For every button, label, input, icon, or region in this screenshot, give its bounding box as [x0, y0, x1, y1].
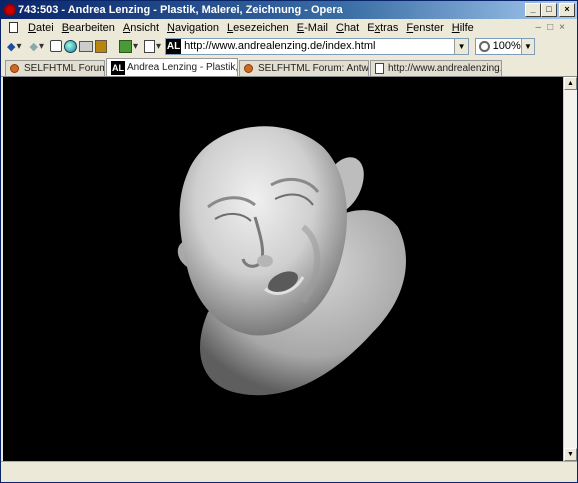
menu-hilfe[interactable]: Hilfe [448, 22, 478, 34]
tab-selfhtml-forum[interactable]: SELFHTML Forum [5, 60, 105, 76]
tab-label: Andrea Lenzing - Plastik, ... [127, 62, 238, 73]
close-button[interactable]: × [559, 3, 575, 17]
forward-button[interactable]: ◆ ▾ [30, 38, 45, 54]
menu-navigation[interactable]: Navigation [163, 22, 223, 34]
tab-label: SELFHTML Forum: Antwor... [258, 63, 369, 74]
back-button[interactable]: ◆ ▾ [7, 38, 22, 54]
page-content [3, 77, 563, 461]
menu-email[interactable]: E-Mail [293, 22, 332, 34]
address-dropdown[interactable]: ▼ [454, 38, 469, 54]
toolbar: ◆ ▾ ◆ ▾ ▾ ▾ AL http://www.andrealenzing.de… [1, 36, 577, 56]
wand-icon [119, 39, 132, 53]
browser-window: 743:503 - Andrea Lenzing - Plastik, Male… [0, 0, 578, 483]
site-logo-icon: AL [166, 38, 182, 54]
zoom-value: 100% [492, 40, 521, 52]
page-menu-button[interactable]: ▾ [144, 38, 161, 54]
menu-bar: Datei Bearbeiten Ansicht Navigation Lese… [1, 19, 577, 36]
address-input[interactable]: http://www.andrealenzing.de/index.html [184, 40, 454, 52]
bookmarks-button[interactable] [95, 38, 107, 54]
menu-extras[interactable]: Extras [363, 22, 402, 34]
zoom-control[interactable]: 100% ▼ [475, 37, 536, 55]
window-title: 743:503 - Andrea Lenzing - Plastik, Male… [18, 4, 343, 16]
menu-bearbeiten[interactable]: Bearbeiten [58, 22, 119, 34]
maximize-button[interactable]: □ [541, 3, 557, 17]
scroll-up-button[interactable]: ▲ [564, 77, 577, 90]
al-logo-icon: AL [111, 60, 125, 75]
zoom-icon [479, 40, 490, 52]
sculpture-head-image [177, 126, 406, 396]
scroll-down-button[interactable]: ▼ [564, 448, 577, 461]
title-bar[interactable]: 743:503 - Andrea Lenzing - Plastik, Male… [1, 1, 577, 19]
mdi-window-controls[interactable]: –□× [536, 22, 571, 33]
new-page-icon [50, 40, 62, 52]
new-page-button[interactable] [50, 38, 62, 54]
menu-ansicht[interactable]: Ansicht [119, 22, 163, 34]
wand-button[interactable]: ▾ [119, 38, 138, 54]
tab-andrealenzing-url[interactable]: http://www.andrealenzing.... [370, 60, 502, 76]
reload-button[interactable] [64, 38, 77, 54]
vertical-scrollbar[interactable]: ▲ ▼ [563, 77, 577, 461]
menu-datei[interactable]: Datei [24, 22, 58, 34]
print-button[interactable] [79, 38, 93, 54]
selfhtml-icon [244, 64, 253, 73]
zoom-dropdown[interactable]: ▼ [520, 38, 535, 54]
tab-label: SELFHTML Forum [24, 63, 105, 74]
book-icon [95, 39, 107, 53]
menu-lesezeichen[interactable]: Lesezeichen [223, 22, 293, 34]
minimize-button[interactable]: _ [525, 3, 541, 17]
tab-label: http://www.andrealenzing.... [388, 63, 502, 74]
tab-bar: SELFHTML Forum AL Andrea Lenzing - Plast… [1, 58, 577, 77]
selfhtml-icon [10, 64, 19, 73]
globe-icon [64, 39, 77, 53]
address-bar[interactable]: AL http://www.andrealenzing.de/index.htm… [165, 37, 470, 55]
status-bar [1, 461, 577, 482]
page-icon [144, 39, 156, 53]
tab-selfhtml-antwort[interactable]: SELFHTML Forum: Antwor... [239, 60, 369, 76]
opera-icon[interactable] [4, 4, 16, 16]
document-icon[interactable] [9, 22, 18, 33]
tab-andrea-lenzing[interactable]: AL Andrea Lenzing - Plastik, ... [106, 58, 238, 76]
page-icon [375, 63, 384, 74]
menu-chat[interactable]: Chat [332, 22, 363, 34]
menu-fenster[interactable]: Fenster [402, 22, 447, 34]
print-icon [79, 40, 93, 52]
